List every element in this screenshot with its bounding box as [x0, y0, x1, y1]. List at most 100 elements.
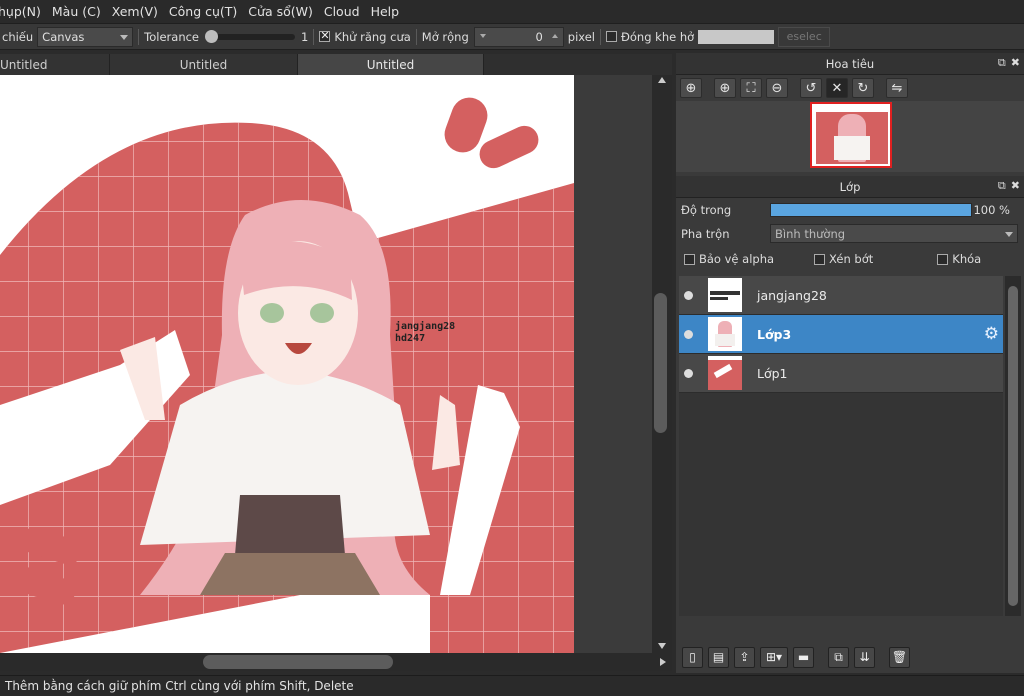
opacity-row: Độ trong 100 % [676, 198, 1024, 222]
document-tabs: Untitled Untitled Untitled [0, 54, 672, 75]
spin-down-icon[interactable] [479, 33, 486, 38]
artwork-canvas[interactable]: jangjang28 hd247 [0, 75, 652, 653]
canvas-area[interactable]: jangjang28 hd247 [0, 75, 652, 653]
scrollbar-thumb[interactable] [654, 293, 667, 433]
scroll-right-icon[interactable] [660, 658, 666, 666]
clipping-checkbox[interactable] [814, 253, 826, 265]
zoom-out-icon[interactable]: ⊖ [766, 78, 788, 98]
close-gap-slider[interactable] [698, 29, 775, 44]
layers-panel-header: Lớp ⧉ ✖ [676, 176, 1024, 198]
lock-checkbox[interactable] [937, 253, 949, 265]
menu-select[interactable]: hụp(N) [0, 4, 52, 19]
status-bar: Thêm bằng cách giữ phím Ctrl cùng với ph… [0, 675, 1024, 696]
tab-untitled-3[interactable]: Untitled [298, 54, 484, 75]
tab-label: Untitled [0, 57, 48, 72]
blend-select[interactable]: Bình thường [770, 224, 1018, 243]
tab-untitled-1[interactable]: Untitled [0, 54, 110, 75]
rotate-left-icon[interactable]: ↺ [800, 78, 822, 98]
protect-alpha-checkbox[interactable] [684, 253, 695, 265]
reference-select-value: Canvas [42, 29, 85, 44]
merge-down-icon[interactable]: ⇊ [854, 646, 875, 668]
undock-icon[interactable]: ⧉ [998, 56, 1006, 70]
layer-thumbnail [708, 317, 742, 351]
fit-window-icon[interactable]: ⛶ [740, 78, 762, 98]
divider [138, 28, 140, 45]
scroll-up-icon[interactable] [658, 77, 666, 83]
undock-icon[interactable]: ⧉ [998, 179, 1006, 193]
layer-row-lop3[interactable]: Lớp3 ⚙ [679, 315, 1003, 354]
menu-bar: hụp(N) Màu (C) Xem(V) Công cụ(T) Cửa sổ(… [0, 0, 1024, 23]
divider [415, 28, 417, 45]
layer-row-lop1[interactable]: Lớp1 [679, 354, 1003, 393]
canvas-vertical-scrollbar[interactable] [652, 75, 672, 653]
navigator-toolbar: ⊕ ⊕ ⛶ ⊖ ↺ ✕ ↻ ⇋ [676, 75, 1024, 101]
zoom-in-icon[interactable]: ⊕ [714, 78, 736, 98]
layer-row-jangjang28[interactable]: jangjang28 [679, 276, 1003, 315]
clipping-label: Xén bớt [829, 252, 874, 266]
status-text: Thêm bằng cách giữ phím Ctrl cùng với ph… [5, 679, 354, 693]
zoom-search-icon[interactable]: ⊕ [680, 78, 702, 98]
visibility-icon[interactable] [684, 368, 693, 378]
chevron-down-icon [120, 34, 129, 40]
expand-label: Mở rộng [421, 29, 469, 44]
tab-untitled-2[interactable]: Untitled [110, 54, 298, 75]
navigator-panel-header: Hoa tiêu ⧉ ✖ [676, 53, 1024, 75]
deselect-label: eselec [786, 30, 822, 43]
spin-up-icon[interactable] [551, 33, 558, 38]
navigator-thumbnail[interactable] [810, 102, 892, 168]
scrollbar-thumb[interactable] [1008, 286, 1018, 606]
check-icon: ✕ [320, 29, 330, 42]
rotate-right-icon[interactable]: ↻ [852, 78, 874, 98]
lock-label: Khóa [952, 252, 982, 266]
gear-icon[interactable]: ⚙ [984, 324, 999, 344]
navigator-title: Hoa tiêu [825, 56, 875, 71]
slider-knob[interactable] [205, 29, 219, 43]
duplicate-layer-icon[interactable]: ⧉ [828, 646, 849, 668]
close-gap-checkbox[interactable] [605, 31, 617, 42]
new-halftone-layer-icon[interactable]: ▤ [708, 646, 729, 668]
deselect-button[interactable]: eselec [778, 26, 831, 47]
divider [599, 28, 601, 45]
menu-cloud[interactable]: Cloud [324, 4, 371, 19]
import-layer-icon[interactable]: ⇪ [734, 646, 755, 668]
scroll-down-icon[interactable] [658, 643, 666, 649]
menu-view[interactable]: Xem(V) [112, 4, 169, 19]
scrollbar-thumb[interactable] [203, 655, 393, 669]
add-layer-menu-icon[interactable]: ⊞▾ [760, 646, 788, 668]
divider [313, 28, 315, 45]
menu-tools[interactable]: Công cụ(T) [169, 4, 248, 19]
menu-color[interactable]: Màu (C) [52, 4, 112, 19]
visibility-icon[interactable] [684, 329, 693, 339]
layer-name: Lớp1 [757, 365, 788, 381]
new-layer-icon[interactable]: ▯ [682, 646, 703, 668]
expand-spinbox[interactable]: 0 [473, 26, 564, 47]
layer-list-scrollbar[interactable] [1005, 276, 1021, 616]
flip-horizontal-icon[interactable]: ⇋ [886, 78, 908, 98]
trash-icon[interactable]: 🗑 [889, 646, 910, 668]
tolerance-label: Tolerance [144, 29, 200, 44]
menu-window[interactable]: Cửa sổ(W) [248, 4, 324, 19]
tolerance-slider[interactable] [205, 29, 296, 43]
reset-view-icon[interactable]: ✕ [826, 78, 848, 98]
blend-label: Pha trộn [681, 227, 730, 241]
layer-thumbnail [708, 278, 742, 312]
pixel-label: pixel [567, 29, 595, 44]
close-icon[interactable]: ✖ [1011, 179, 1020, 193]
reference-select[interactable]: Canvas [37, 26, 134, 47]
opacity-slider[interactable] [770, 203, 972, 217]
opacity-value: 100 % [973, 203, 1010, 217]
tab-label: Untitled [366, 57, 415, 72]
close-icon[interactable]: ✖ [1011, 56, 1020, 70]
new-folder-icon[interactable]: ▬ [793, 646, 814, 668]
protect-alpha-label: Bảo vệ alpha [699, 252, 775, 266]
blend-value: Bình thường [775, 226, 846, 241]
expand-value: 0 [535, 29, 543, 44]
canvas-horizontal-scrollbar[interactable] [0, 653, 672, 671]
layer-list: jangjang28 Lớp3 ⚙ Lớp1 [679, 276, 1003, 616]
antialias-checkbox[interactable]: ✕ [319, 29, 331, 42]
antialias-label: Khử răng cưa [334, 29, 411, 44]
layer-properties: Độ trong 100 % Pha trộn Bình thường Bảo … [676, 198, 1024, 272]
navigator-preview[interactable] [676, 101, 1024, 172]
menu-help[interactable]: Help [371, 4, 411, 19]
visibility-icon[interactable] [684, 290, 693, 300]
